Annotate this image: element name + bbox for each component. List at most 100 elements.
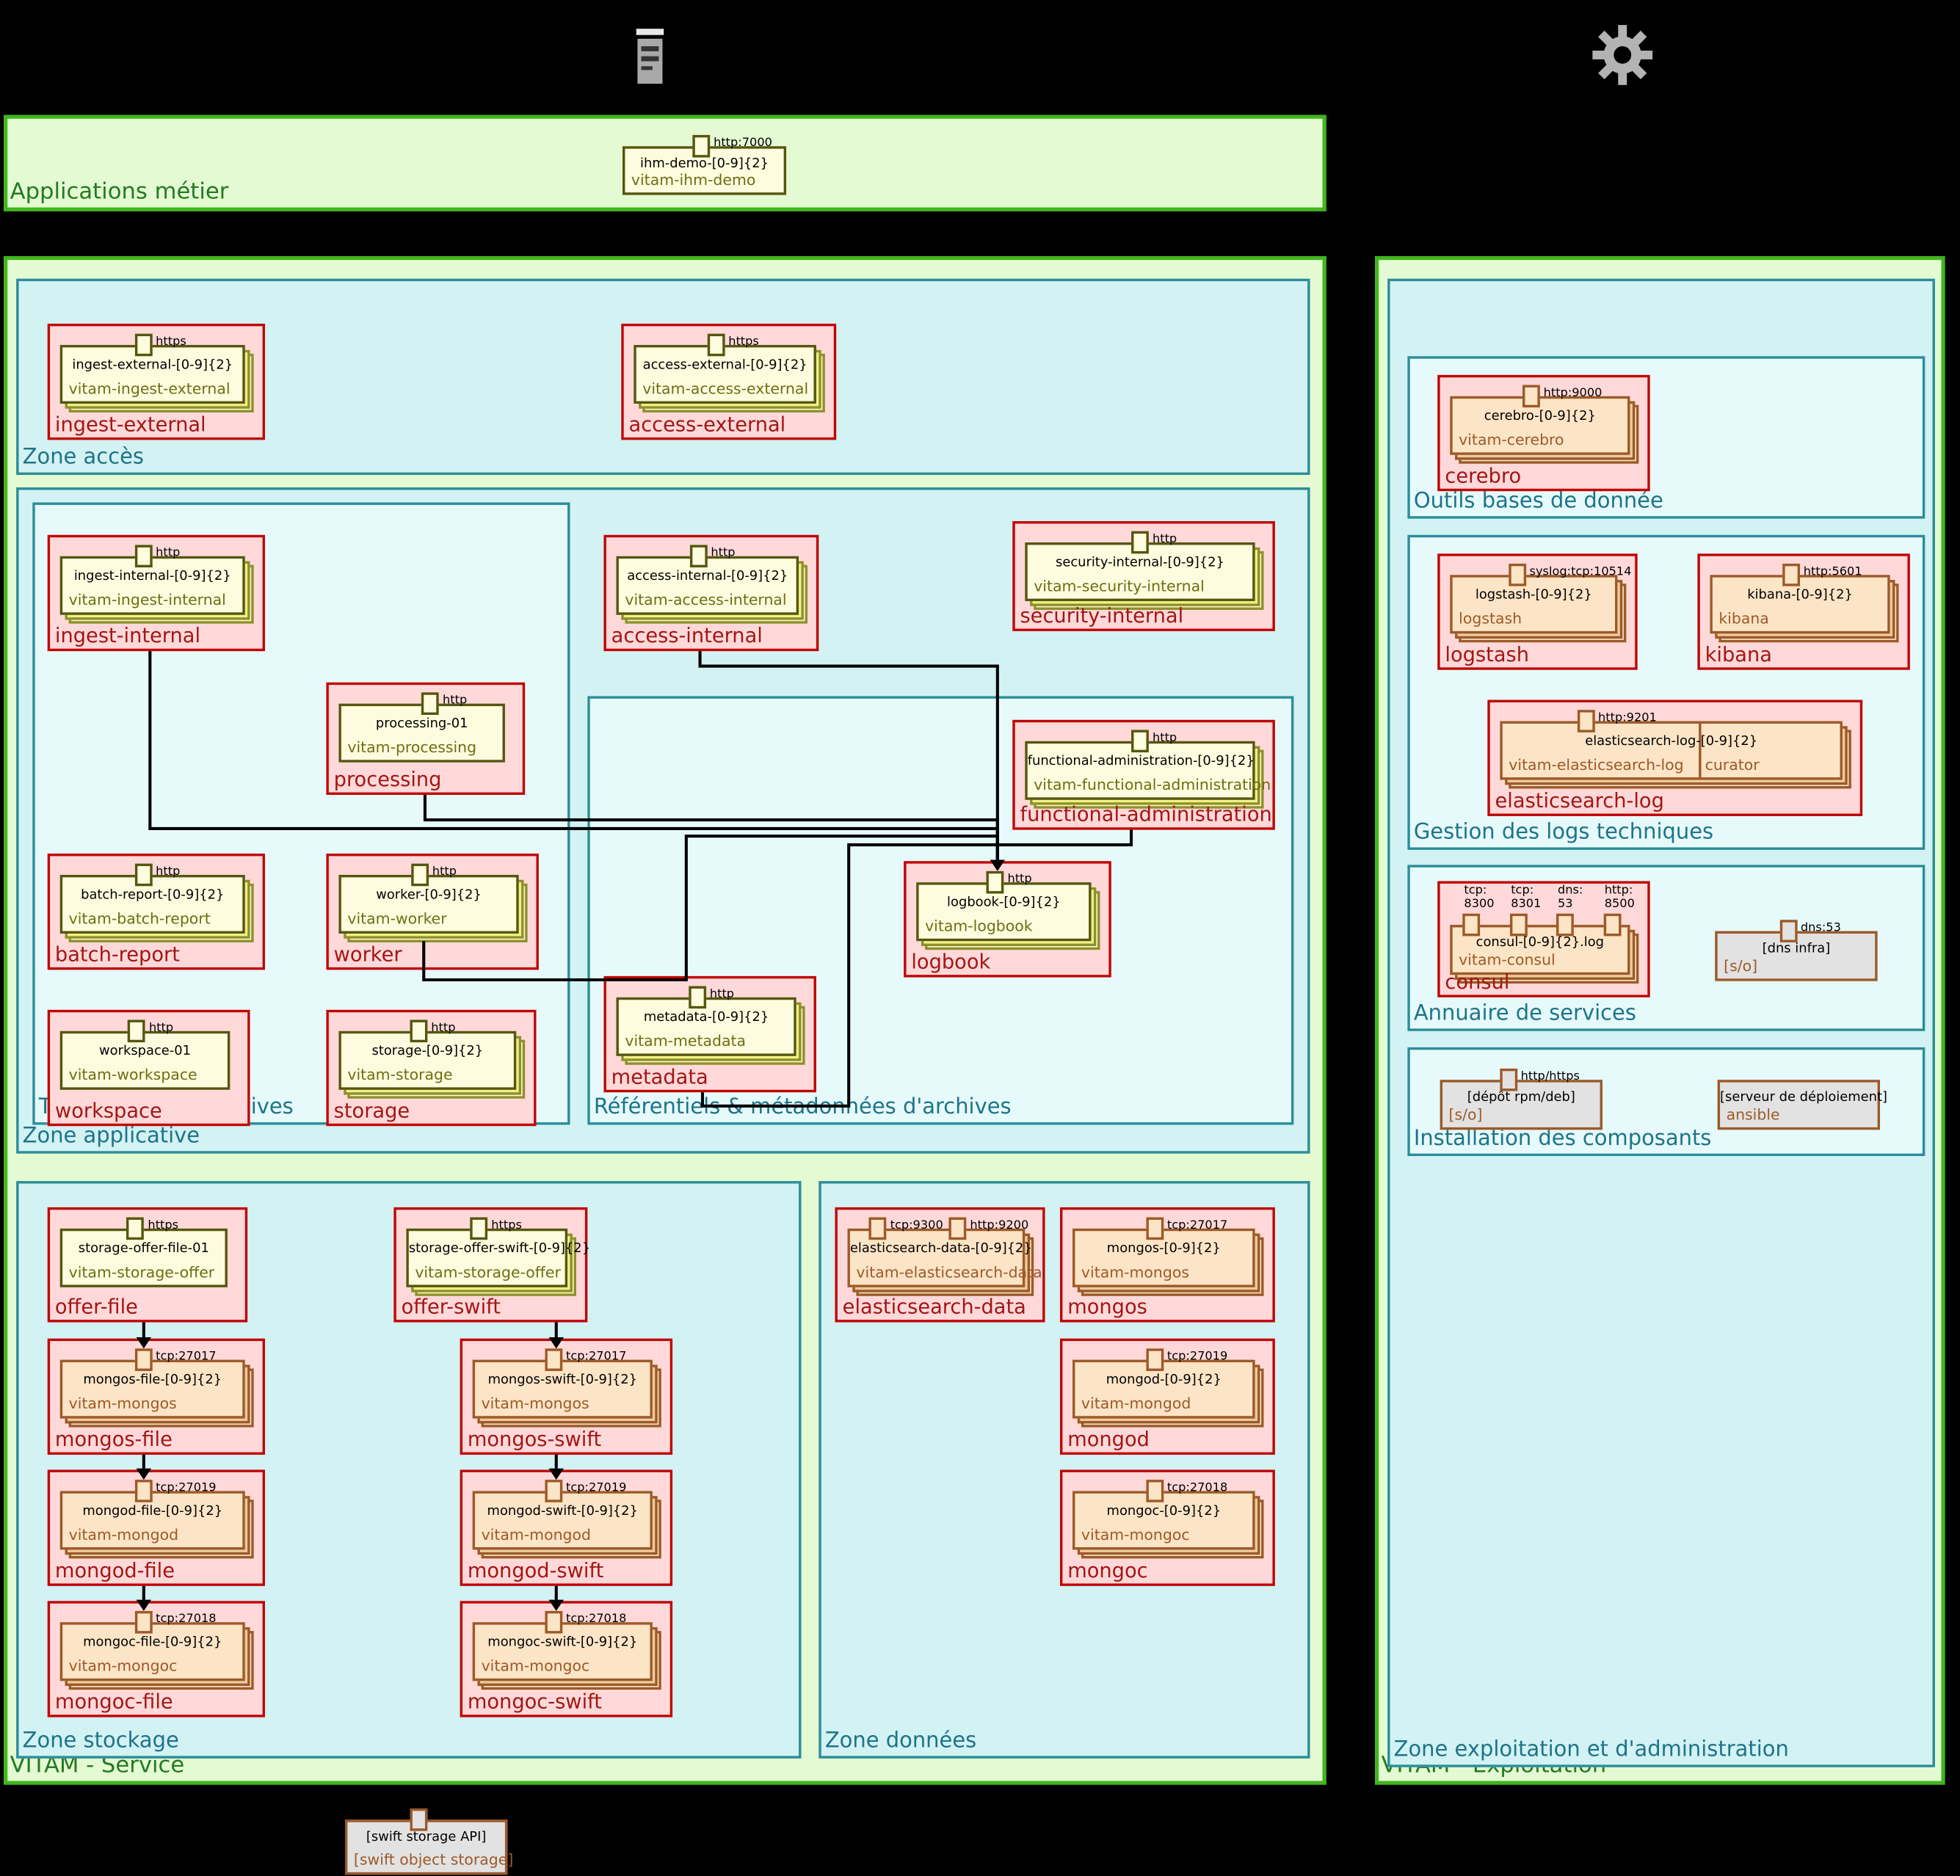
mongoc-file-node: mongoc-file-[0-9]{2}vitam-mongoc <box>60 1622 245 1681</box>
component-elasticsearch-log-label: elasticsearch-log <box>1495 788 1664 812</box>
component-cerebro-label: cerebro <box>1445 464 1521 487</box>
batch-report-port-0 <box>134 864 152 887</box>
elasticsearch-log-cell-divider <box>1698 724 1700 777</box>
swift-storage-port-0 <box>410 1808 427 1831</box>
mongod-file-node-sublabel: vitam-mongod <box>69 1526 178 1544</box>
mongod-swift-node: mongod-swift-[0-9]{2}vitam-mongod <box>473 1491 653 1549</box>
offer-swift-node-title: storage-offer-swift-[0-9]{2} <box>409 1241 565 1256</box>
ingest-internal-node-title: ingest-internal-[0-9]{2} <box>62 569 242 583</box>
component-kibana-label: kibana <box>1705 642 1772 666</box>
access-external-node-title: access-external-[0-9]{2} <box>636 357 814 372</box>
processing-port-0-label: http <box>443 694 467 708</box>
batch-report-node-sublabel: vitam-batch-report <box>69 910 211 928</box>
elasticsearch-data-node-title: elasticsearch-data-[0-9]{2} <box>850 1241 1023 1256</box>
dns-infra-node-title: [dns infra] <box>1718 941 1876 956</box>
consul-node-sublabel: vitam-consul <box>1459 951 1556 969</box>
cerebro-port-0-label: http:9000 <box>1544 386 1603 400</box>
access-internal-node-sublabel: vitam-access-internal <box>625 591 786 608</box>
mongod-node: mongod-[0-9]{2}vitam-mongod <box>1072 1360 1255 1419</box>
component-mongos-label: mongos <box>1067 1295 1147 1318</box>
component-access-external-label: access-external <box>629 412 786 436</box>
dns-infra-port-0-label: dns:53 <box>1801 921 1841 935</box>
component-access-internal-label: access-internal <box>611 624 763 647</box>
worker-node: worker-[0-9]{2}vitam-worker <box>338 875 518 934</box>
component-mongos-swift-label: mongos-swift <box>468 1428 601 1451</box>
depot-rpm-deb-node-title: [dépôt rpm/deb] <box>1442 1090 1600 1105</box>
mongos-node-sublabel: vitam-mongos <box>1081 1264 1189 1281</box>
dns-infra-port-0 <box>1779 920 1797 942</box>
mongod-swift-port-0-label: tcp:27019 <box>566 1481 626 1495</box>
ingest-external-node-title: ingest-external-[0-9]{2} <box>62 357 242 372</box>
mongod-file-port-0 <box>134 1480 152 1502</box>
component-ingest-internal-label: ingest-internal <box>55 624 200 647</box>
component-metadata-label: metadata <box>611 1065 708 1088</box>
mongoc-swift-port-0-label: tcp:27018 <box>566 1613 626 1626</box>
kibana-node-sublabel: kibana <box>1718 610 1768 628</box>
mongod-file-node: mongod-file-[0-9]{2}vitam-mongod <box>60 1491 245 1549</box>
consul-port-0-label: tcp:8300 <box>1464 884 1494 911</box>
group-gestion-logs-techniques-label: Gestion des logs techniques <box>1414 820 1713 845</box>
logbook-node-sublabel: vitam-logbook <box>925 917 1033 935</box>
group-referentiels-metadonnees-label: Référentiels & métadonnées d'archives <box>594 1095 1012 1120</box>
access-external-port-0 <box>707 334 725 357</box>
depot-rpm-deb-port-0 <box>1500 1069 1517 1091</box>
offer-file-port-0-label: https <box>148 1218 178 1232</box>
mongoc-swift-node-sublabel: vitam-mongoc <box>482 1657 590 1675</box>
mongoc-file-port-0-label: tcp:27018 <box>156 1613 216 1626</box>
group-annuaire-de-services-label: Annuaire de services <box>1414 1001 1636 1026</box>
gear-icon <box>1590 23 1655 88</box>
kibana-node: kibana-[0-9]{2}kibana <box>1710 575 1890 633</box>
group-zone-exploitation-administration-label: Zone exploitation et d'administration <box>1394 1737 1789 1762</box>
offer-file-node-title: storage-offer-file-01 <box>62 1241 225 1256</box>
processing-node-title: processing-01 <box>341 716 503 731</box>
functional-administration-port-0 <box>1131 730 1149 752</box>
security-internal-node-title: security-internal-[0-9]{2} <box>1028 555 1253 570</box>
component-batch-report-label: batch-report <box>55 942 180 966</box>
consul-port-1 <box>1510 914 1528 937</box>
component-worker-label: worker <box>334 942 402 966</box>
component-ingest-external-label: ingest-external <box>55 412 206 436</box>
mongoc-swift-node: mongoc-swift-[0-9]{2}vitam-mongoc <box>473 1622 653 1681</box>
mongos-swift-node-title: mongos-swift-[0-9]{2} <box>475 1373 650 1387</box>
ihm-demo-port-0 <box>692 135 710 158</box>
cerebro-node-sublabel: vitam-cerebro <box>1459 431 1564 448</box>
processing-port-0 <box>421 692 439 715</box>
mongod-swift-node-title: mongod-swift-[0-9]{2} <box>475 1503 650 1518</box>
component-storage-label: storage <box>334 1099 410 1122</box>
worker-port-0 <box>411 864 429 887</box>
access-external-node: access-external-[0-9]{2} vitam-access-ext… <box>634 345 816 404</box>
elasticsearch-log-node-cell2: curator <box>1705 756 1760 774</box>
ingest-internal-port-0 <box>134 545 152 567</box>
mongoc-node-sublabel: vitam-mongoc <box>1081 1526 1190 1544</box>
serveur-deploiement-node-title: [serveur de déploiement] <box>1720 1090 1878 1105</box>
depot-rpm-deb-node: [dépôt rpm/deb][s/o] <box>1440 1080 1603 1130</box>
depot-rpm-deb-node-sublabel: [s/o] <box>1449 1106 1483 1124</box>
elasticsearch-log-port-0 <box>1577 710 1594 732</box>
logstash-node: logstash-[0-9]{2}logstash <box>1450 575 1617 633</box>
mongos-file-port-0 <box>134 1348 152 1371</box>
vitam-deployment-diagram: Applications métierVITAM - ServiceVITAM … <box>0 0 1960 1876</box>
access-internal-port-0 <box>689 545 707 567</box>
elasticsearch-data-node-sublabel: vitam-elasticsearch-data <box>856 1264 1042 1281</box>
worker-port-0-label: http <box>432 865 457 879</box>
cerebro-node: cerebro-[0-9]{2}vitam-cerebro <box>1450 396 1630 455</box>
mongoc-file-port-0 <box>134 1611 152 1634</box>
elasticsearch-log-node: elasticsearch-log-[0-9]{2}vitam-elastics… <box>1500 721 1843 780</box>
offer-swift-port-0-label: https <box>491 1218 522 1232</box>
mongos-swift-port-0 <box>545 1348 562 1371</box>
security-internal-port-0 <box>1131 531 1149 554</box>
mongos-file-node-title: mongos-file-[0-9]{2} <box>62 1373 242 1387</box>
group-applications-metier-label: Applications métier <box>10 179 229 206</box>
mongos-swift-node: mongos-swift-[0-9]{2}vitam-mongos <box>473 1360 653 1419</box>
logstash-port-0 <box>1509 564 1526 586</box>
component-workspace-label: workspace <box>55 1099 162 1122</box>
ingest-external-node: ingest-external-[0-9]{2}vitam-ingest-ext… <box>60 345 245 404</box>
consul-port-2 <box>1556 914 1574 937</box>
dns-infra-node-sublabel: [s/o] <box>1724 957 1757 975</box>
logbook-port-0 <box>987 871 1004 894</box>
component-mongod-file-label: mongod-file <box>55 1558 175 1582</box>
mongoc-port-0 <box>1146 1480 1164 1502</box>
component-functional-administration-label: functional-administration <box>1020 802 1271 826</box>
depot-rpm-deb-port-0-label: http/https <box>1521 1070 1580 1084</box>
access-external-node-sublabel: vitam-access-external <box>642 380 808 398</box>
